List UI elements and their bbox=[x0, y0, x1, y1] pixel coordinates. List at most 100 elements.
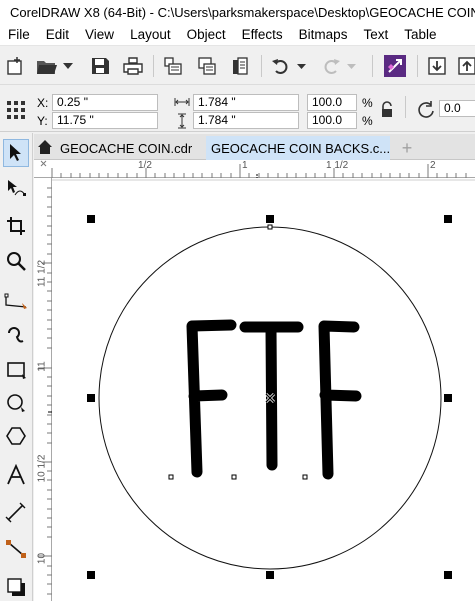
export-arrow-icon bbox=[458, 57, 475, 75]
scale-x-field[interactable]: 100.0 bbox=[307, 94, 357, 111]
menu-file[interactable]: File bbox=[0, 27, 38, 42]
parallel-dimension-tool[interactable] bbox=[3, 499, 29, 527]
import-button[interactable] bbox=[160, 53, 186, 79]
drawing-canvas[interactable]: FTF bbox=[52, 178, 475, 601]
freehand-tool[interactable] bbox=[3, 288, 29, 316]
menu-edit[interactable]: Edit bbox=[38, 27, 77, 42]
export-button[interactable] bbox=[194, 53, 220, 79]
pick-mode-button[interactable] bbox=[382, 53, 408, 79]
object-origin-icon bbox=[7, 101, 25, 119]
pick-tool[interactable] bbox=[3, 139, 29, 167]
drop-shadow-icon bbox=[7, 578, 25, 596]
y-position-field[interactable]: 11.75 " bbox=[52, 112, 158, 129]
zoom-tool-icon bbox=[7, 252, 26, 271]
height-icon bbox=[178, 113, 186, 129]
x-position-field[interactable]: 0.25 " bbox=[52, 94, 158, 111]
lock-icon bbox=[382, 101, 392, 117]
pick-tool-icon bbox=[10, 144, 21, 161]
rotation-icon bbox=[418, 101, 434, 118]
crop-tool[interactable] bbox=[3, 212, 29, 240]
pick-icon bbox=[384, 55, 406, 77]
tab-geocache-coin-backs[interactable]: GEOCACHE COIN BACKS.c... bbox=[206, 136, 390, 160]
handle-top-center[interactable] bbox=[266, 215, 274, 223]
export-icon bbox=[198, 57, 216, 75]
ruler-label: 10 1/2 bbox=[36, 454, 48, 483]
publish-button[interactable] bbox=[227, 53, 253, 79]
connector-tool[interactable] bbox=[3, 534, 29, 562]
undo-button[interactable] bbox=[268, 53, 294, 79]
title-bar: CorelDRAW X8 (64-Bit) - C:\Users\parksma… bbox=[0, 0, 475, 24]
drop-shadow-tool[interactable] bbox=[3, 573, 29, 601]
object-width-field[interactable]: 1.784 " bbox=[193, 94, 299, 111]
handle-top-right[interactable] bbox=[444, 215, 452, 223]
handle-bottom-right[interactable] bbox=[444, 571, 452, 579]
menu-layout[interactable]: Layout bbox=[122, 27, 179, 42]
handle-top-left[interactable] bbox=[87, 215, 95, 223]
ruler-label: 11 1/2 bbox=[36, 259, 48, 288]
print-icon bbox=[123, 57, 143, 75]
home-tab[interactable] bbox=[36, 138, 54, 156]
text-tool[interactable] bbox=[3, 461, 29, 489]
new-document-icon bbox=[7, 57, 22, 75]
redo-dropdown-button[interactable] bbox=[344, 53, 358, 79]
toolbar-separator bbox=[372, 55, 373, 77]
handle-bottom-center[interactable] bbox=[266, 571, 274, 579]
handle-bottom-left[interactable] bbox=[87, 571, 95, 579]
rotation-angle-field[interactable]: 0.0 bbox=[439, 100, 475, 117]
object-height-field[interactable]: 1.784 " bbox=[193, 112, 299, 129]
ruler-ticks bbox=[40, 160, 467, 178]
ruler-label: 2 bbox=[430, 160, 436, 171]
handle-middle-left[interactable] bbox=[87, 394, 95, 402]
connector-tool-icon bbox=[6, 540, 26, 558]
x-label: X: bbox=[37, 96, 49, 110]
rectangle-tool[interactable] bbox=[3, 355, 29, 383]
polygon-tool[interactable] bbox=[3, 422, 29, 450]
undo-dropdown-button[interactable] bbox=[294, 53, 308, 79]
shape-tool[interactable] bbox=[3, 174, 29, 202]
lock-ratio-button[interactable] bbox=[378, 100, 396, 120]
menu-object[interactable]: Object bbox=[179, 27, 234, 42]
handle-middle-right[interactable] bbox=[444, 394, 452, 402]
open-button[interactable] bbox=[34, 53, 60, 79]
ellipse-tool-icon bbox=[7, 394, 25, 412]
percent-label: % bbox=[362, 96, 373, 110]
export-arrow-button[interactable] bbox=[454, 53, 475, 79]
tab-geocache-coin[interactable]: GEOCACHE COIN.cdr bbox=[56, 136, 206, 160]
publish-icon bbox=[233, 57, 248, 75]
menu-text[interactable]: Text bbox=[355, 27, 396, 42]
save-button[interactable] bbox=[87, 53, 113, 79]
node-handle[interactable] bbox=[302, 474, 308, 480]
property-bar: X: 0.25 " Y: 11.75 " 1.784 " 1.784 " 100… bbox=[0, 86, 475, 132]
open-dropdown-button[interactable] bbox=[60, 53, 76, 79]
node-handle[interactable] bbox=[267, 224, 273, 230]
save-icon bbox=[92, 58, 109, 74]
crop-tool-icon bbox=[7, 217, 25, 235]
toolbox bbox=[0, 133, 33, 601]
open-icon bbox=[37, 61, 57, 74]
ruler-label: 10 bbox=[36, 552, 48, 565]
percent-label: % bbox=[362, 114, 373, 128]
ellipse-tool[interactable] bbox=[3, 388, 29, 416]
artistic-media-tool[interactable] bbox=[3, 320, 29, 348]
tab-label: GEOCACHE COIN BACKS.c... bbox=[211, 140, 391, 156]
menu-bitmaps[interactable]: Bitmaps bbox=[291, 27, 356, 42]
undo-icon bbox=[272, 59, 288, 74]
menu-effects[interactable]: Effects bbox=[234, 27, 291, 42]
tab-label: GEOCACHE COIN.cdr bbox=[60, 140, 193, 156]
rectangle-tool-icon bbox=[7, 362, 26, 379]
zoom-tool[interactable] bbox=[3, 247, 29, 275]
home-icon bbox=[38, 140, 52, 154]
redo-button[interactable] bbox=[318, 53, 344, 79]
node-handle[interactable] bbox=[231, 474, 237, 480]
chevron-down-icon bbox=[346, 63, 356, 69]
node-handle[interactable] bbox=[168, 474, 174, 480]
import-icon bbox=[164, 57, 182, 75]
import-arrow-button[interactable] bbox=[424, 53, 450, 79]
scale-y-field[interactable]: 100.0 bbox=[307, 112, 357, 129]
menu-view[interactable]: View bbox=[77, 27, 122, 42]
new-tab-button[interactable]: + bbox=[396, 136, 418, 160]
print-button[interactable] bbox=[120, 53, 146, 79]
parallel-dimension-icon bbox=[5, 502, 26, 523]
new-document-button[interactable] bbox=[2, 53, 28, 79]
menu-table[interactable]: Table bbox=[396, 27, 444, 42]
